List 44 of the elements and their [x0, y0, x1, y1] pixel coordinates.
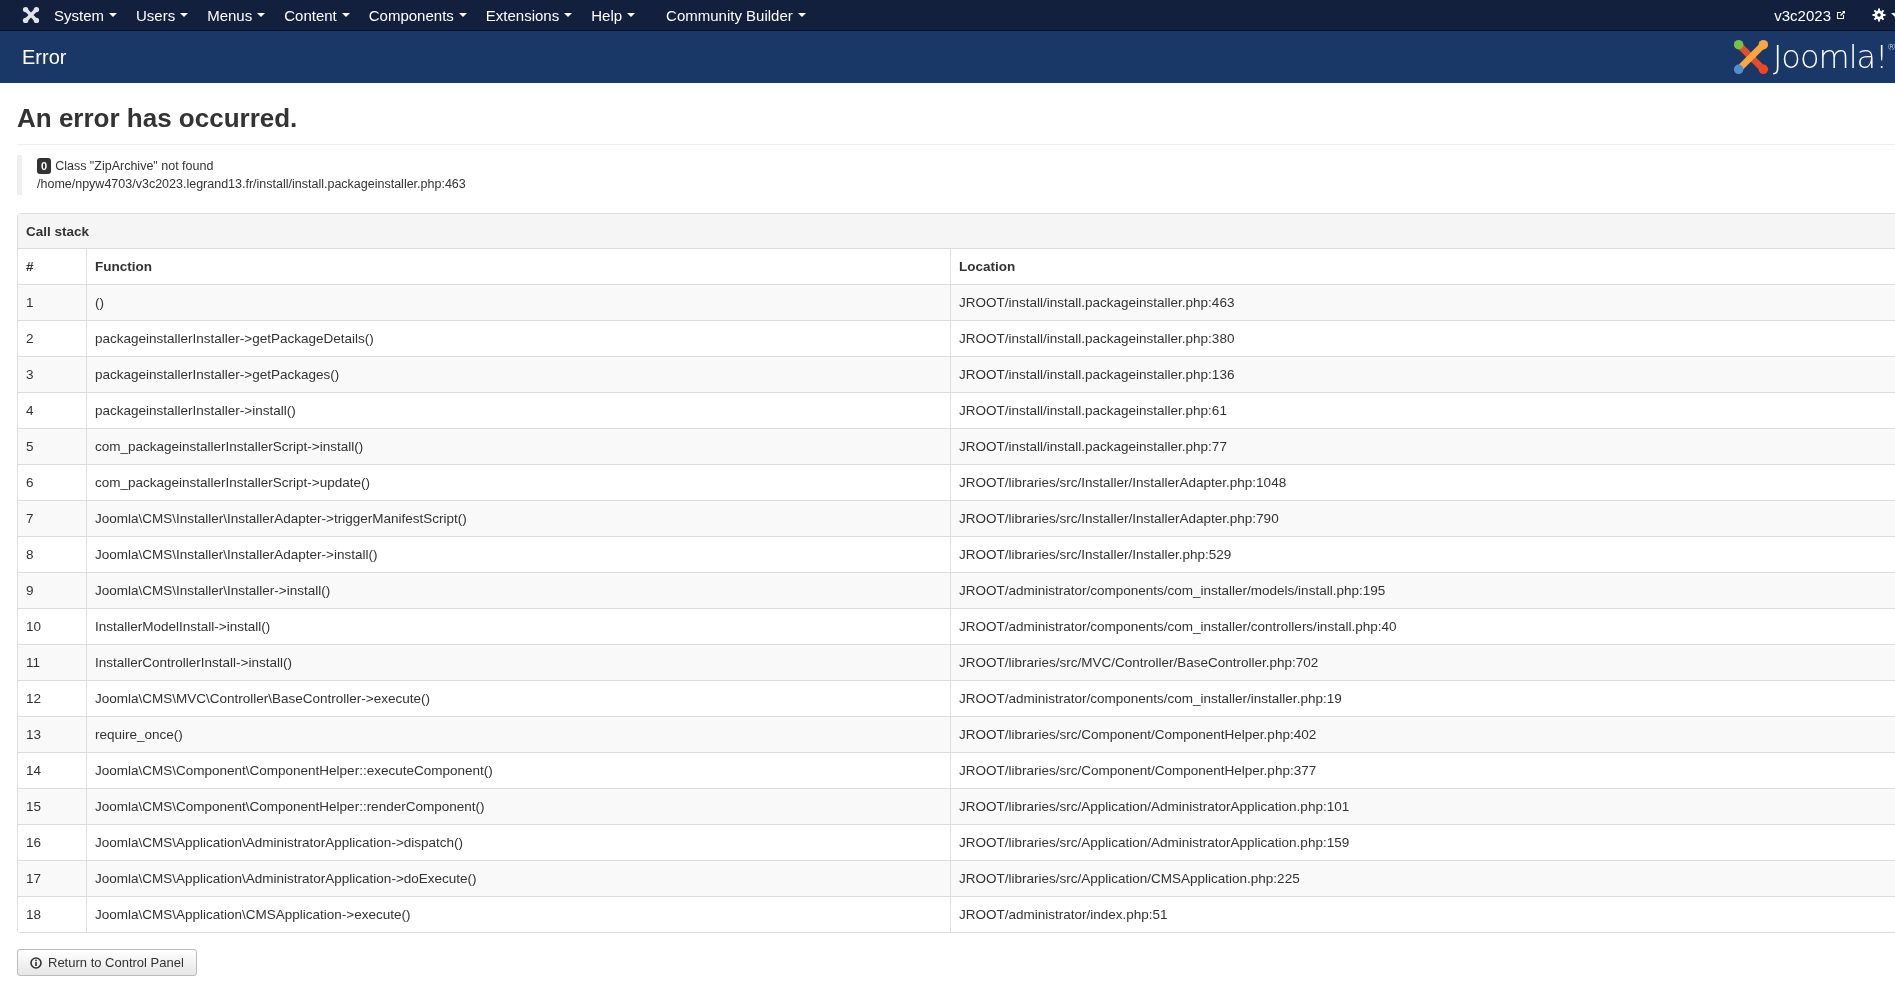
error-message: Class "ZipArchive" not found [55, 158, 214, 175]
table-cell-text: JROOT/libraries/src/MVC/Controller/BaseController.php:702 [958, 654, 1320, 672]
table-cell-text: JROOT/libraries/src/Installer/InstallerAdapter.php:1048 [958, 474, 1288, 492]
table-cell-text: JROOT/administrator/components/com_installer/controllers/install.php:40 [958, 618, 1398, 636]
site-link[interactable]: v3c2023 [1774, 6, 1846, 24]
error-heading: An error has occurred. [17, 103, 1895, 145]
nav-menu[interactable]: System [54, 6, 117, 24]
error-code-badge: 0 [37, 158, 52, 174]
table-cell: 18 [18, 897, 87, 932]
table-cell-text: JROOT/libraries/src/Application/CMSApplication.php:225 [958, 870, 1301, 888]
nav-menu[interactable]: Components [368, 6, 467, 24]
error-file-path: /home/npyw4703/v3c2023.legrand13.fr/install/install.packageinstaller.php:463 [37, 176, 467, 193]
table-cell-text: JROOT/install/install.packageinstaller.php:463 [958, 294, 1236, 312]
nav-menu[interactable]: Extensions [485, 6, 573, 24]
table-cell-text: JROOT/libraries/src/Installer/InstallerAdapter.php:790 [958, 510, 1280, 528]
table-cell-text: JROOT/administrator/index.php:51 [958, 906, 1169, 924]
table-cell-text: JROOT/administrator/components/com_installer/models/install.php:195 [958, 582, 1387, 600]
info-icon [30, 956, 42, 969]
table-cell: Joomla\CMS\Application\CMSApplication->execute() [87, 897, 951, 932]
table-cell-text: JROOT/install/install.packageinstaller.php:77 [958, 438, 1228, 456]
table-cell-text: JROOT/administrator/components/com_installer/installer.php:19 [958, 690, 1343, 708]
nav-menu[interactable]: Community Builder [666, 6, 806, 24]
table-cell-text: JROOT/libraries/src/Installer/Installer.php:529 [958, 546, 1233, 564]
settings-icon [1872, 8, 1886, 22]
table-cell-text: JROOT/libraries/src/Application/AdministratorApplication.php:159 [958, 834, 1351, 852]
nav-menu[interactable]: Users [136, 6, 189, 24]
joomla-logo-icon [1731, 38, 1770, 76]
table-cell-text: JROOT/install/install.packageinstaller.php:380 [958, 330, 1236, 348]
nav-menu[interactable]: Content [284, 6, 350, 24]
joomla-logo-icon[interactable] [22, 6, 40, 24]
external-link-icon [1836, 10, 1846, 20]
table-caption: Call stack [18, 214, 1895, 249]
nav-menu[interactable]: Menus [207, 6, 266, 24]
table-cell-text: JROOT/libraries/src/Application/AdministratorApplication.php:101 [958, 798, 1351, 816]
column-header: Location [958, 258, 1017, 276]
page-title: Error [22, 45, 67, 69]
table-cell-text: JROOT/install/install.packageinstaller.php:61 [958, 402, 1228, 420]
settings-menu[interactable] [1872, 8, 1895, 22]
logo-text: Joomla!$^{®}$ [1772, 38, 1895, 76]
table-cell-text: JROOT/libraries/src/Component/ComponentHelper.php:402 [958, 726, 1318, 744]
table-cell-text: JROOT/install/install.packageinstaller.php:136 [958, 366, 1236, 384]
return-button[interactable]: Return to Control Panel [17, 949, 197, 976]
nav-menu[interactable]: Help [591, 6, 636, 24]
table-cell-text: JROOT/libraries/src/Component/ComponentHelper.php:377 [958, 762, 1318, 780]
